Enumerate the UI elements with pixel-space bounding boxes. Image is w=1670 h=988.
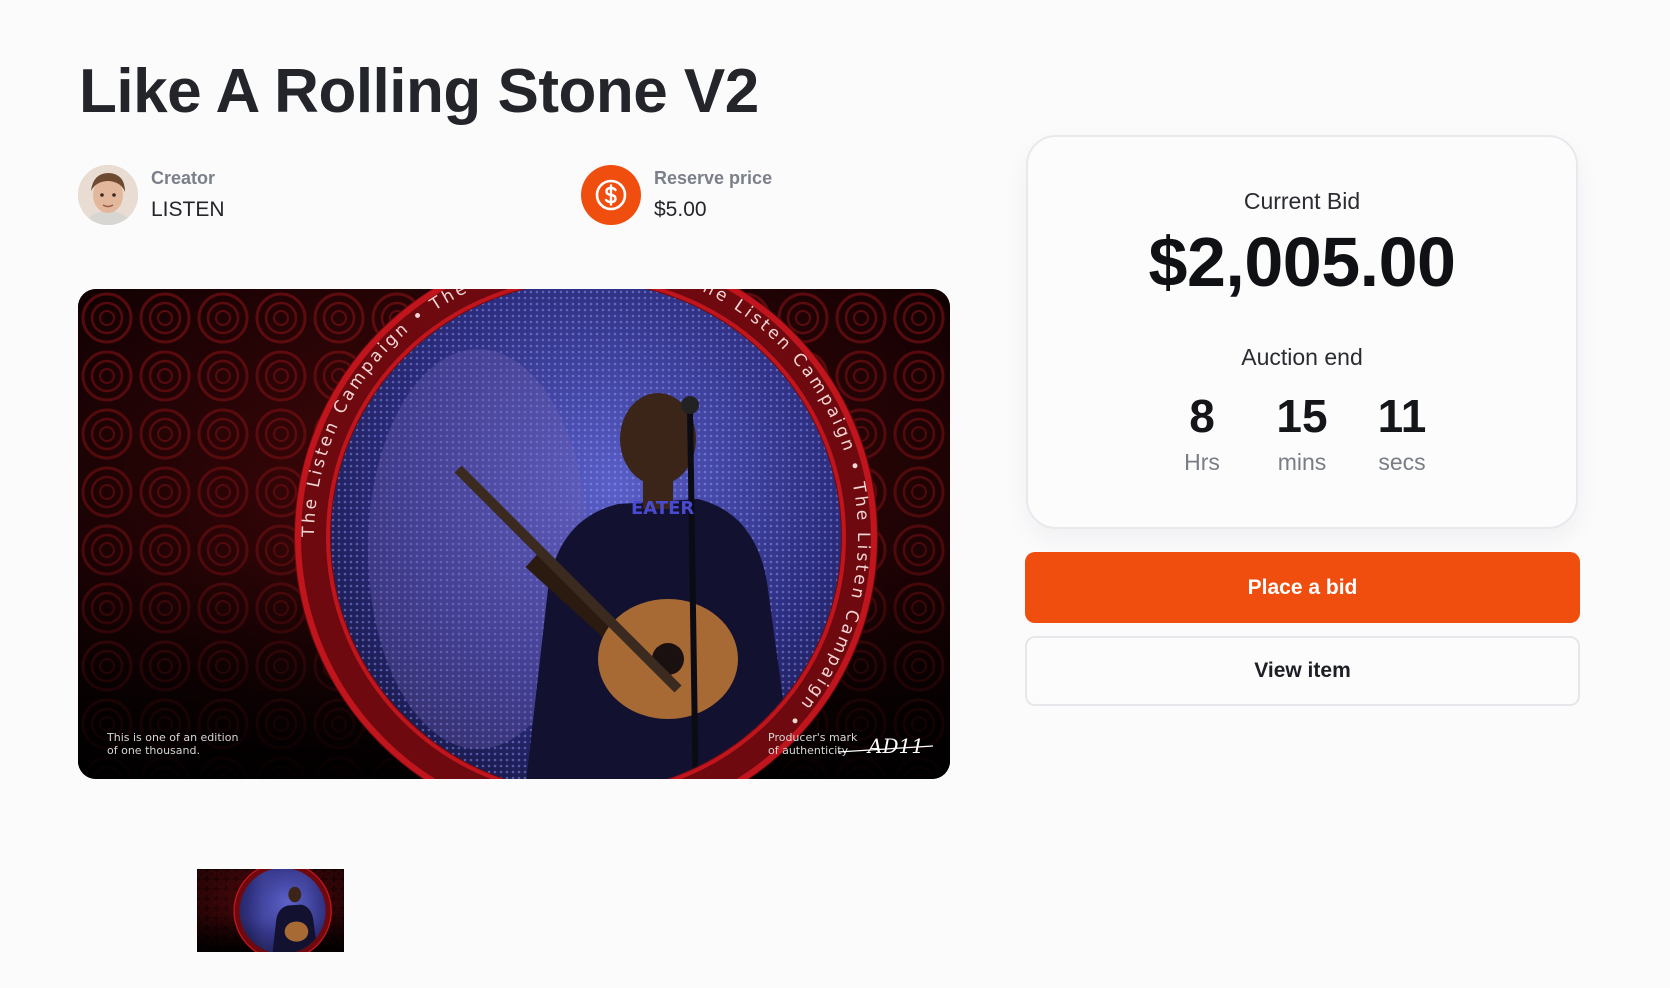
- countdown-seconds-value: 11: [1377, 390, 1427, 442]
- auction-countdown: 8 Hrs 15 mins 11 secs: [1028, 390, 1576, 476]
- creator-avatar[interactable]: [78, 165, 138, 225]
- creator-name[interactable]: LISTEN: [151, 198, 225, 222]
- producer-signature: AD11: [866, 734, 924, 758]
- reserve-price-value: $5.00: [654, 198, 707, 221]
- current-bid-amount: $2,005.00: [1148, 223, 1456, 301]
- reserve-price-label: Reserve price: [654, 168, 773, 188]
- countdown-minutes-value: 15: [1276, 390, 1328, 442]
- view-item-button[interactable]: View item: [1025, 636, 1580, 706]
- countdown-seconds-label: secs: [1378, 449, 1426, 475]
- countdown-hours-label: Hrs: [1184, 449, 1220, 475]
- countdown-seconds: 11 secs: [1352, 390, 1452, 476]
- auction-end-label: Auction end: [1241, 344, 1363, 370]
- creator-info[interactable]: Creator LISTEN: [78, 165, 225, 225]
- countdown-minutes: 15 mins: [1252, 390, 1352, 476]
- current-bid-label: Current Bid: [1243, 188, 1361, 214]
- countdown-hours-value: 8: [1189, 390, 1215, 442]
- artwork-image[interactable]: The Listen Campaign • The Listen Campaig…: [78, 289, 950, 779]
- svg-text:EATER: EATER: [631, 498, 694, 519]
- page-title: Like A Rolling Stone V2: [79, 57, 759, 126]
- creator-label: Creator: [151, 168, 216, 188]
- artwork-thumbnail[interactable]: [197, 869, 344, 952]
- countdown-minutes-label: mins: [1277, 449, 1327, 475]
- dollar-coin-icon: [581, 165, 641, 225]
- bid-card: Current Bid $2,005.00 Auction end 8 Hrs …: [1026, 135, 1578, 529]
- place-bid-button[interactable]: Place a bid: [1025, 552, 1580, 623]
- producer-note: Producer's mark of authenticity: [768, 731, 861, 757]
- reserve-price-info: Reserve price $5.00: [581, 165, 772, 225]
- countdown-hours: 8 Hrs: [1152, 390, 1252, 476]
